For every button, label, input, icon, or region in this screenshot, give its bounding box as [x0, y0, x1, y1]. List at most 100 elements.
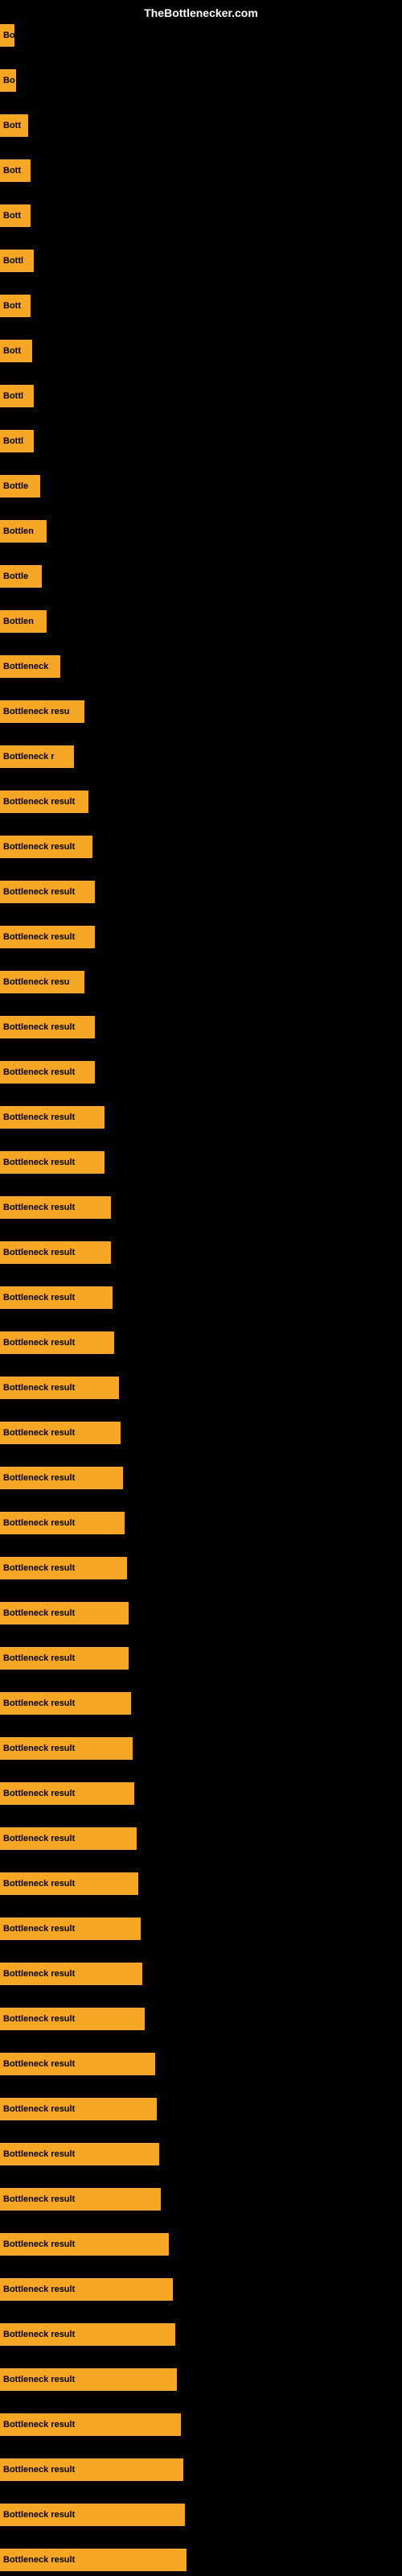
bar-label: Bottleneck result	[3, 2059, 75, 2069]
bar-row: Bott	[0, 204, 31, 227]
bar-label: Bottleneck resu	[3, 977, 70, 987]
result-bar: Bottleneck result	[0, 2098, 157, 2120]
result-bar: Bott	[0, 159, 31, 182]
result-bar: Bottleneck result	[0, 2504, 185, 2526]
bar-label: Bottleneck r	[3, 752, 55, 762]
bar-row: Bottleneck result	[0, 2233, 169, 2256]
bar-label: Bottleneck result	[3, 1383, 75, 1393]
result-bar: Bott	[0, 114, 28, 137]
result-bar: Bottleneck result	[0, 1827, 137, 1850]
result-bar: Bottleneck result	[0, 1151, 105, 1174]
bar-row: Bottleneck result	[0, 926, 95, 948]
bar-row: Bott	[0, 159, 31, 182]
result-bar: Bottleneck	[0, 655, 60, 678]
bar-label: Bottleneck result	[3, 2465, 75, 2475]
result-bar: Bottleneck result	[0, 1557, 127, 1579]
bar-label: Bottlen	[3, 617, 34, 626]
result-bar: Bott	[0, 340, 32, 362]
result-bar: Bott	[0, 295, 31, 317]
bar-row: Bottleneck result	[0, 1557, 127, 1579]
bar-row: Bottleneck result	[0, 2143, 159, 2165]
result-bar: Bottleneck result	[0, 2458, 183, 2481]
bar-label: Bott	[3, 121, 21, 130]
result-bar: Bottleneck resu	[0, 700, 84, 723]
bar-label: Bo	[3, 76, 15, 85]
bar-label: Bottl	[3, 256, 23, 266]
result-bar: Bottleneck result	[0, 1872, 138, 1895]
result-bar: Bo	[0, 24, 14, 47]
bar-row: Bottleneck result	[0, 2504, 185, 2526]
bar-label: Bottl	[3, 436, 23, 446]
bar-label: Bottleneck result	[3, 1879, 75, 1889]
bar-row: Bottleneck result	[0, 2098, 157, 2120]
bar-label: Bottleneck result	[3, 2420, 75, 2429]
bar-label: Bo	[3, 31, 14, 40]
result-bar: Bott	[0, 204, 31, 227]
bar-label: Bottle	[3, 481, 28, 491]
bar-label: Bottleneck result	[3, 2240, 75, 2249]
result-bar: Bottleneck result	[0, 1422, 121, 1444]
bar-row: Bottleneck result	[0, 2368, 177, 2391]
result-bar: Bottleneck result	[0, 1782, 134, 1805]
bar-row: Bottleneck result	[0, 1422, 121, 1444]
bar-row: Bottle	[0, 475, 40, 497]
bar-label: Bott	[3, 211, 21, 221]
result-bar: Bottleneck result	[0, 1377, 119, 1399]
bar-row: Bo	[0, 24, 14, 47]
result-bar: Bottleneck r	[0, 745, 74, 768]
bar-row: Bottleneck result	[0, 2188, 161, 2211]
bar-label: Bottleneck result	[3, 1203, 75, 1212]
bar-row: Bottleneck resu	[0, 700, 84, 723]
bar-row: Bottleneck result	[0, 2278, 173, 2301]
bar-row: Bottleneck result	[0, 1151, 105, 1174]
bar-row: Bottleneck	[0, 655, 60, 678]
bar-row: Bottleneck result	[0, 2323, 175, 2346]
result-bar: Bottleneck result	[0, 2323, 175, 2346]
bar-label: Bottlen	[3, 526, 34, 536]
result-bar: Bottl	[0, 430, 34, 452]
result-bar: Bottlen	[0, 610, 47, 633]
result-bar: Bottleneck resu	[0, 971, 84, 993]
result-bar: Bottleneck result	[0, 1196, 111, 1219]
result-bar: Bottleneck result	[0, 926, 95, 948]
bar-label: Bottleneck result	[3, 1022, 75, 1032]
bar-label: Bottleneck result	[3, 2194, 75, 2204]
bar-label: Bottleneck result	[3, 1518, 75, 1528]
bar-label: Bottleneck result	[3, 932, 75, 942]
result-bar: Bottleneck result	[0, 2368, 177, 2391]
bar-row: Bottleneck result	[0, 2008, 145, 2030]
bar-label: Bottleneck result	[3, 1699, 75, 1708]
bar-row: Bottleneck result	[0, 1061, 95, 1084]
bar-row: Bo	[0, 69, 16, 92]
bar-label: Bottleneck result	[3, 1067, 75, 1077]
bar-label: Bott	[3, 166, 21, 175]
bar-label: Bottleneck result	[3, 1293, 75, 1302]
result-bar: Bottleneck result	[0, 1241, 111, 1264]
bar-label: Bottleneck result	[3, 842, 75, 852]
result-bar: Bottleneck result	[0, 1467, 123, 1489]
bar-label: Bottleneck result	[3, 1608, 75, 1618]
bar-row: Bott	[0, 340, 32, 362]
bar-row: Bottleneck result	[0, 1872, 138, 1895]
bar-row: Bottle	[0, 565, 42, 588]
result-bar: Bottleneck result	[0, 1918, 141, 1940]
bar-label: Bottleneck	[3, 662, 48, 671]
site-title: TheBottlenecker.com	[144, 6, 258, 19]
bar-label: Bottleneck result	[3, 2555, 75, 2565]
bar-label: Bottleneck result	[3, 2285, 75, 2294]
bar-row: Bottleneck result	[0, 1782, 134, 1805]
bar-row: Bottlen	[0, 610, 47, 633]
bar-label: Bottleneck result	[3, 2510, 75, 2520]
bar-label: Bottleneck result	[3, 1789, 75, 1798]
bar-row: Bottleneck result	[0, 1196, 111, 1219]
bar-row: Bottleneck result	[0, 1647, 129, 1670]
result-bar: Bottleneck result	[0, 1692, 131, 1715]
bar-row: Bottleneck result	[0, 1331, 114, 1354]
bar-label: Bottleneck result	[3, 1563, 75, 1573]
bar-row: Bottleneck result	[0, 2549, 187, 2571]
bar-label: Bottleneck result	[3, 1744, 75, 1753]
bar-label: Bottleneck result	[3, 1338, 75, 1348]
bar-label: Bottleneck result	[3, 2149, 75, 2159]
result-bar: Bottle	[0, 565, 42, 588]
bar-row: Bottleneck result	[0, 836, 92, 858]
